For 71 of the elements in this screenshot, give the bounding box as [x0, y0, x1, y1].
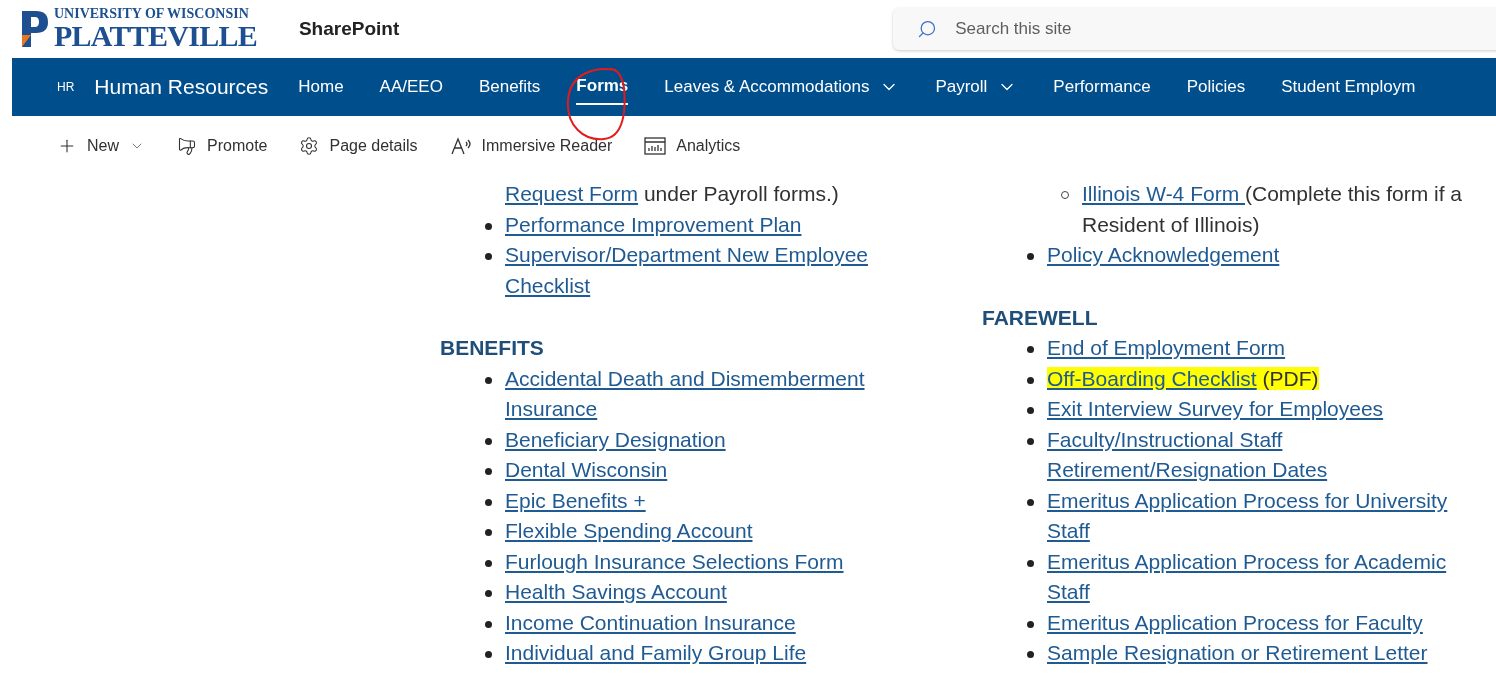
- bullet-icon: [485, 498, 492, 506]
- nav-link[interactable]: Policies: [1168, 58, 1264, 116]
- bullet-icon: [485, 253, 492, 260]
- document-link[interactable]: Emeritus Application Process for Academic Staff: [1047, 546, 1472, 608]
- document-link[interactable]: Epic Benefits +: [505, 485, 646, 516]
- logo-title: PLATTEVILLE: [54, 21, 257, 51]
- section-heading: BENEFITS: [440, 335, 544, 361]
- megaphone-icon: [177, 136, 197, 156]
- document-link[interactable]: Flexible Spending Account: [505, 516, 753, 547]
- nav-link[interactable]: Performance: [1035, 58, 1169, 116]
- bullet-icon: [485, 590, 492, 597]
- command-button[interactable]: Page details: [299, 134, 418, 158]
- document-link[interactable]: Health Savings Account: [505, 577, 727, 608]
- nav-link[interactable]: Leaves & Accommodations: [646, 58, 918, 116]
- bullet-icon: [1027, 346, 1034, 353]
- nav-link[interactable]: Payroll: [917, 58, 1036, 116]
- bullet-icon: [485, 437, 492, 445]
- site-title: Human Resources: [94, 74, 269, 101]
- command-button[interactable]: New: [57, 134, 145, 158]
- bullet-icon: [1027, 651, 1034, 658]
- bullet-icon: [485, 651, 492, 658]
- bullet-icon: [1027, 437, 1034, 445]
- logo-subtitle: UNIVERSITY OF WISCONSIN: [54, 7, 250, 21]
- document-link[interactable]: Beneficiary Designation: [505, 424, 726, 455]
- search-field[interactable]: Search this site: [893, 8, 1496, 50]
- bullet-icon: [485, 529, 492, 536]
- bullet-icon: [1027, 559, 1034, 567]
- document-link[interactable]: Sample Resignation or Retirement Letter: [1047, 638, 1428, 669]
- document-link[interactable]: Individual and Family Group Life: [505, 638, 807, 669]
- document-link[interactable]: Faculty/Instructional Staff Retirement/Resignation Dates: [1047, 424, 1472, 486]
- nav-link[interactable]: AA/EEO: [361, 58, 461, 116]
- bullet-icon: [1027, 376, 1034, 384]
- document-link[interactable]: Request Form: [505, 182, 639, 205]
- document-link[interactable]: Performance Improvement Plan: [505, 209, 802, 240]
- list-item-text: Illinois W-4 Form (Complete this form if a Resident of Illinois): [1082, 181, 1464, 238]
- document-link[interactable]: Illinois W-4 Form: [1082, 182, 1245, 205]
- document-link[interactable]: Exit Interview Survey for Employees: [1047, 394, 1384, 425]
- document-link[interactable]: Off-Boarding Checklist: [1047, 366, 1257, 390]
- document-link[interactable]: Supervisor/Department New Employee Checklist: [505, 240, 912, 301]
- document-link[interactable]: Accidental Death and Dismemberment Insurance: [505, 363, 912, 425]
- bullet-icon: [485, 468, 492, 475]
- command-button[interactable]: Immersive Reader: [449, 134, 613, 158]
- bullet-icon: [485, 222, 492, 230]
- bullet-icon: [1027, 253, 1034, 260]
- settings-icon: [299, 136, 320, 156]
- app-name: SharePoint: [298, 16, 400, 41]
- site-abbreviation: HR: [57, 79, 75, 96]
- nav-link[interactable]: Home: [280, 58, 362, 116]
- bullet-icon: [485, 376, 492, 384]
- document-link[interactable]: Emeritus Application Process for University Staff: [1047, 485, 1472, 547]
- document-link[interactable]: Policy Acknowledgement: [1047, 240, 1280, 271]
- nav-link[interactable]: Student Employm: [1263, 58, 1434, 116]
- document-link[interactable]: Income Continuation Insurance: [505, 607, 796, 638]
- list-item-text: Request Form under Payroll forms.): [505, 181, 840, 207]
- reader-icon: [449, 136, 472, 156]
- section-heading: FAREWELL: [982, 304, 1098, 331]
- bullet-icon: [485, 620, 492, 628]
- search-icon: [917, 19, 938, 39]
- bullet-icon: [1027, 407, 1034, 414]
- list-item-text: Off-Boarding Checklist (PDF): [1047, 365, 1320, 392]
- document-link[interactable]: Emeritus Application Process for Faculty: [1047, 607, 1423, 638]
- nav-link[interactable]: Benefits: [460, 58, 559, 116]
- chart-icon: [644, 137, 667, 155]
- command-button[interactable]: Analytics: [644, 134, 741, 158]
- bullet-icon: [1027, 498, 1034, 506]
- document-link[interactable]: Dental Wisconsin: [505, 455, 668, 486]
- bullet-icon: [485, 559, 492, 567]
- bullet-icon: [1027, 620, 1034, 628]
- document-link[interactable]: End of Employment Form: [1047, 333, 1286, 364]
- command-button[interactable]: Promote: [177, 134, 268, 158]
- document-link[interactable]: Furlough Insurance Selections Form: [505, 546, 844, 577]
